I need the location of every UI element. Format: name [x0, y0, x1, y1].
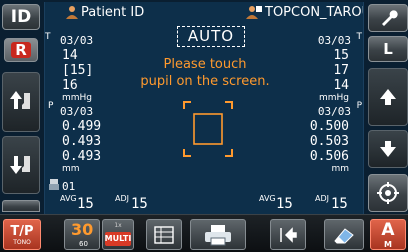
print-button[interactable]: [190, 219, 246, 250]
tonometry-pachymetry-button[interactable]: T/P TONO: [3, 219, 41, 250]
down-arrow-icon: [369, 131, 407, 167]
multi-mode-button[interactable]: 1x MULTI: [102, 219, 134, 250]
move-down-button[interactable]: [2, 136, 40, 194]
measurement-count-button[interactable]: 30 60: [64, 219, 100, 250]
printer-counter-icon: [49, 178, 59, 194]
l-p-value-1: 0.500: [309, 119, 349, 134]
id-button[interactable]: ID: [2, 4, 40, 30]
r-t-value-1: 14: [62, 48, 78, 63]
l-p-count: 03/03: [317, 105, 351, 118]
l-adj-value: 15: [331, 196, 348, 212]
alignment-button[interactable]: [368, 174, 408, 212]
r-p-value-1: 0.499: [62, 119, 102, 134]
multi-label: MULTI: [105, 232, 131, 246]
list-icon: [147, 220, 181, 249]
manual-label: M: [384, 240, 392, 249]
l-p-marker: P: [356, 101, 362, 111]
r-p-marker: P: [48, 101, 54, 111]
right-eye-button[interactable]: R: [4, 38, 38, 62]
l-avg-label: AVG: [259, 194, 276, 203]
l-p-unit: mm: [331, 164, 349, 174]
move-up-button[interactable]: [2, 72, 40, 132]
left-eye-label: L: [383, 40, 393, 58]
id-button-label: ID: [10, 7, 32, 27]
auto-label: A: [381, 220, 395, 240]
export-arrow-icon: [271, 220, 305, 249]
l-adj-label: ADJ: [315, 194, 329, 203]
r-adj-label: ADJ: [115, 194, 129, 203]
alignment-reticle: [183, 101, 233, 157]
chin-up-icon: [3, 73, 39, 131]
l-avg-value: 15: [276, 196, 293, 212]
bottom-toolbar: T/P TONO 30 60 1x MULTI A M: [0, 214, 408, 252]
r-t-marker: T: [45, 32, 51, 42]
count-value: 30: [71, 220, 94, 239]
l-t-count: 03/03: [317, 34, 351, 47]
camera-view[interactable]: Patient ID TOPCON_TAROU AUTO Please touc…: [44, 2, 364, 214]
r-p-value-2: 0.493: [62, 134, 102, 149]
r-p-unit: mm: [62, 164, 80, 174]
left-eye-button[interactable]: L: [368, 36, 408, 62]
l-t-value-2: 17: [333, 63, 349, 78]
export-button[interactable]: [270, 219, 306, 250]
r-avg-value: 15: [77, 196, 94, 212]
up-arrow-icon: [369, 69, 407, 125]
erase-button[interactable]: [324, 219, 364, 250]
up-button[interactable]: [368, 68, 408, 126]
down-button[interactable]: [368, 130, 408, 168]
l-t-unit: mmHg: [318, 93, 349, 103]
r-adj-value: 15: [131, 196, 148, 212]
patient-name-icon: [246, 5, 262, 22]
l-t-marker: T: [356, 32, 363, 42]
r-p-value-3: 0.493: [62, 149, 102, 164]
mode-box[interactable]: AUTO: [177, 26, 245, 47]
r-t-count: 03/03: [60, 34, 94, 47]
count-sub: 60: [79, 240, 88, 248]
eraser-icon: [325, 220, 363, 249]
l-p-value-3: 0.506: [309, 149, 349, 164]
patient-id-label: Patient ID: [81, 5, 145, 20]
r-t-unit: mmHg: [62, 93, 93, 103]
measurement-counter: 01: [62, 180, 76, 193]
chin-down-icon: [3, 137, 39, 193]
r-p-count: 03/03: [60, 105, 94, 118]
auto-manual-button[interactable]: A M: [370, 219, 406, 250]
patient-icon: [65, 5, 79, 22]
l-p-value-2: 0.503: [309, 134, 349, 149]
r-t-value-2: [15]: [62, 63, 94, 78]
tools-button[interactable]: [368, 4, 408, 32]
l-t-value-1: 15: [333, 48, 349, 63]
patient-name: TOPCON_TAROU: [265, 5, 364, 20]
right-eye-label: R: [11, 41, 31, 59]
r-avg-label: AVG: [60, 194, 77, 203]
tp-label: T/P: [10, 224, 34, 239]
tono-label: TONO: [13, 239, 31, 246]
head-rest-button[interactable]: [2, 200, 40, 212]
r-t-value-3: 16: [62, 78, 78, 93]
wrench-icon: [369, 5, 407, 31]
multi-top: 1x: [114, 222, 122, 229]
l-t-value-3: 14: [333, 78, 349, 93]
target-icon: [369, 175, 407, 211]
data-list-button[interactable]: [146, 219, 182, 250]
printer-icon: [191, 220, 245, 249]
